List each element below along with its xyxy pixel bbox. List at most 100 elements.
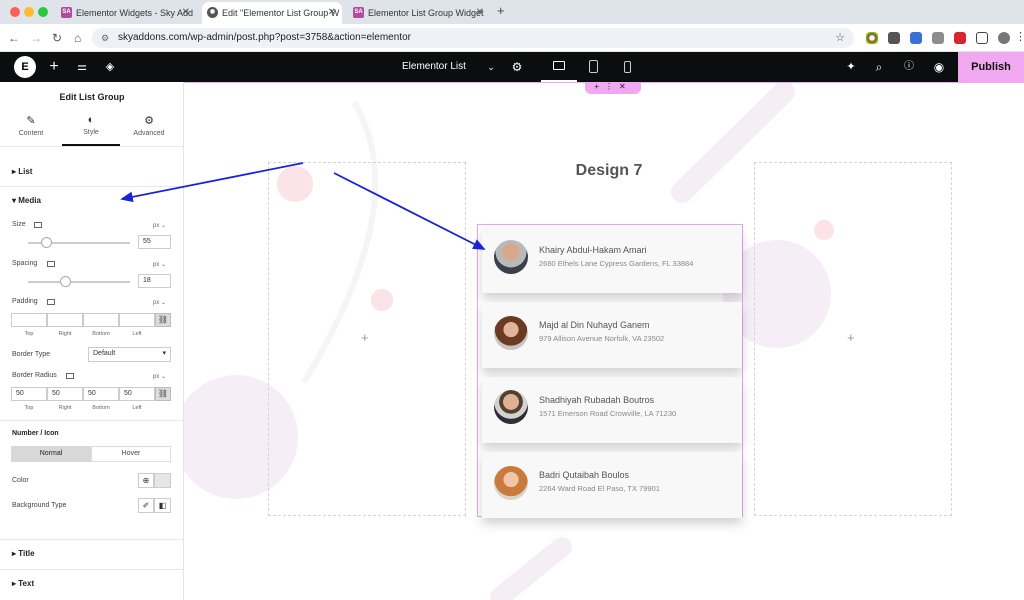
publish-button[interactable]: Publish (958, 52, 1024, 82)
minimize-window-dot[interactable] (24, 7, 34, 17)
section-title[interactable]: ▸ Title (0, 549, 184, 558)
user-extension-icon[interactable] (932, 32, 944, 44)
page-title[interactable]: Elementor List Gr... (402, 52, 484, 102)
hover-state-tab[interactable]: Hover (91, 446, 171, 462)
desktop-view-button[interactable] (541, 52, 577, 82)
radius-top-input[interactable]: 50 (11, 387, 47, 401)
tab-content[interactable]: ✎ Content (2, 114, 60, 146)
section-media[interactable]: ▾ Media (0, 196, 184, 205)
padding-label: Padding (12, 298, 38, 305)
unit-label: px (153, 223, 160, 229)
section-text[interactable]: ▸ Text (0, 579, 184, 588)
size-input[interactable]: 55 (138, 235, 171, 249)
new-tab-plus-icon[interactable]: + (497, 3, 505, 18)
reload-icon[interactable]: ↻ (52, 30, 62, 46)
gradient-icon[interactable]: ◧ (154, 498, 171, 513)
chrome-extension-icon[interactable] (866, 32, 878, 44)
radius-bottom-input[interactable]: 50 (83, 387, 119, 401)
notifications-icon[interactable]: ✦ (842, 52, 860, 82)
add-widget-plus-icon[interactable]: + (361, 330, 369, 345)
size-slider-handle[interactable] (41, 237, 53, 248)
global-colors-icon[interactable]: ⊕ (138, 473, 154, 488)
section-list[interactable]: ▸ List (0, 167, 184, 176)
responsive-desktop-icon[interactable] (34, 222, 42, 228)
close-window-dot[interactable] (10, 7, 20, 17)
border-radius-unit[interactable]: px ⌄ (153, 373, 166, 380)
settings-sliders-icon[interactable]: ⚌ (72, 52, 92, 82)
padding-left-input[interactable] (119, 313, 155, 327)
tab-advanced[interactable]: ⚙ Advanced (120, 114, 178, 146)
unit-label: px (153, 300, 160, 306)
radius-right-input[interactable]: 50 (47, 387, 83, 401)
item-address: 979 Allison Avenue Norfolk, VA 23502 (539, 334, 665, 343)
layers-icon[interactable]: ◈ (100, 52, 120, 82)
spacing-input[interactable]: 18 (138, 274, 171, 288)
profile-avatar-icon[interactable] (998, 32, 1010, 44)
padding-bottom-input[interactable] (83, 313, 119, 327)
desktop-icon (553, 61, 565, 70)
tab-label: Edit "Elementor List Group W (222, 8, 340, 18)
item-name: Badri Qutaibah Boulos (539, 470, 630, 480)
padding-top-input[interactable] (11, 313, 47, 327)
url-text: skyaddons.com/wp-admin/post.php?post=375… (118, 32, 411, 43)
mobile-view-icon[interactable] (624, 61, 631, 73)
add-element-plus-icon[interactable]: + (44, 52, 64, 82)
tablet-view-icon[interactable] (589, 60, 598, 73)
panel-title: Edit List Group (59, 92, 125, 102)
chevron-down-icon[interactable]: ⌄ (484, 52, 498, 82)
avatar (494, 466, 528, 500)
responsive-desktop-icon[interactable] (47, 261, 55, 267)
radius-left-input[interactable]: 50 (119, 387, 155, 401)
spacing-unit[interactable]: px ⌄ (153, 261, 166, 268)
link-values-icon[interactable]: ⛓ (155, 313, 171, 327)
sublabel: Left (132, 405, 142, 411)
browser-tab-1[interactable]: SA Elementor Widgets - Sky Add ✕ (56, 2, 196, 24)
padding-unit[interactable]: px ⌄ (153, 299, 166, 306)
size-unit[interactable]: px ⌄ (153, 222, 166, 229)
normal-state-tab[interactable]: Normal (11, 446, 91, 462)
back-arrow-icon[interactable]: ← (8, 30, 20, 46)
forward-arrow-icon[interactable]: → (30, 30, 42, 46)
border-type-select[interactable]: Default ▾ (88, 347, 171, 362)
preview-eye-icon[interactable]: ◉ (930, 52, 948, 82)
add-widget-plus-icon[interactable]: + (847, 330, 855, 345)
close-tab-icon[interactable]: ✕ (328, 2, 336, 24)
page-settings-gear-icon[interactable]: ⚙ (508, 52, 526, 82)
red-extension-icon[interactable] (954, 32, 966, 44)
padding-right-input[interactable] (47, 313, 83, 327)
avatar (494, 390, 528, 424)
url-input[interactable]: ⚙ skyaddons.com/wp-admin/post.php?post=3… (92, 28, 854, 48)
bookmark-star-icon[interactable]: ☆ (835, 28, 845, 48)
spacing-slider-handle[interactable] (59, 276, 71, 287)
pencil-icon: ✎ (26, 115, 36, 127)
browser-tab-bar: SA Elementor Widgets - Sky Add ✕ ◉ Edit … (0, 0, 1024, 24)
spacing-slider-track[interactable] (28, 281, 130, 283)
home-icon[interactable]: ⌂ (74, 30, 81, 46)
more-menu-icon[interactable]: ⋮ (1015, 30, 1024, 43)
browser-tab-3[interactable]: SA Elementor List Group Widget ✕ (348, 2, 490, 24)
close-tab-icon[interactable]: ✕ (476, 2, 484, 24)
tab-style[interactable]: ◐ Style (62, 114, 120, 146)
help-icon[interactable]: ⓘ (900, 52, 918, 82)
color-picker-swatch[interactable] (154, 473, 171, 488)
site-settings-icon[interactable]: ⚙ (101, 28, 109, 48)
sublabel: Right (58, 405, 72, 411)
shield-extension-icon[interactable] (888, 32, 900, 44)
elementor-top-bar: E + ⚌ ◈ Elementor List Gr... ⌄ ⚙ ✦ ⌕ ⓘ ◉ (0, 52, 1024, 102)
unit-label: px (153, 374, 160, 380)
section-label: Text (18, 579, 35, 588)
translate-extension-icon[interactable] (910, 32, 922, 44)
responsive-desktop-icon[interactable] (66, 373, 74, 379)
item-name: Khairy Abdul-Hakam Amari (539, 245, 647, 255)
sublabel: Left (132, 331, 142, 337)
close-tab-icon[interactable]: ✕ (182, 2, 190, 24)
responsive-desktop-icon[interactable] (47, 299, 55, 305)
browser-tab-2[interactable]: ◉ Edit "Elementor List Group W ✕ (202, 2, 342, 24)
search-icon[interactable]: ⌕ (870, 52, 888, 82)
maximize-window-dot[interactable] (38, 7, 48, 17)
classic-brush-icon[interactable]: ✐ (138, 498, 154, 513)
section-handle[interactable]: +⋮✕ (585, 82, 641, 94)
extensions-puzzle-icon[interactable] (976, 32, 988, 44)
link-values-icon[interactable]: ⛓ (155, 387, 171, 401)
elementor-logo-icon[interactable]: E (14, 56, 36, 78)
